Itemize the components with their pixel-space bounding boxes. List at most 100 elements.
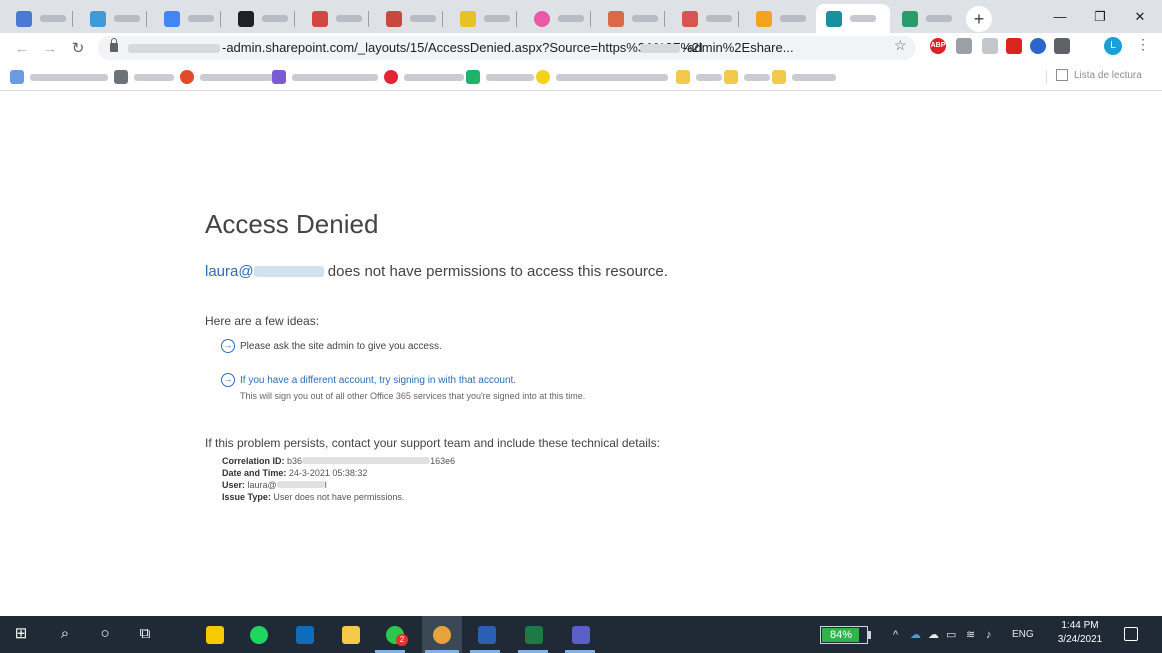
task-view-icon[interactable]: ⧉	[134, 624, 156, 644]
technical-details: Correlation ID: b36 163e6 Date and Time: …	[222, 455, 455, 503]
tab-favicon	[90, 10, 106, 27]
back-arrow-icon[interactable]: ←	[12, 39, 32, 59]
redacted-user	[276, 481, 325, 488]
bookmark-item[interactable]	[10, 70, 108, 84]
idea-switch-account[interactable]: → If you have a different account, try s…	[221, 373, 516, 387]
forward-arrow-icon[interactable]: →	[40, 39, 60, 59]
idea-request-access[interactable]: → Please ask the site admin to give you …	[221, 339, 442, 353]
redacted-tenant	[128, 44, 220, 53]
tab-favicon	[386, 10, 402, 27]
chrome-icon[interactable]	[433, 626, 451, 644]
lock-icon[interactable]	[110, 38, 118, 52]
access-denied-page: Access Denied laura@ does not have permi…	[205, 91, 965, 616]
tab-favicon	[756, 10, 772, 27]
browser-tab[interactable]	[524, 4, 588, 33]
ideas-heading: Here are a few ideas:	[205, 314, 320, 328]
cortana-icon[interactable]: ○	[94, 624, 116, 644]
browser-tab[interactable]	[302, 4, 366, 33]
volume-icon[interactable]: ♪	[986, 626, 992, 644]
permission-text: does not have permissions to access this…	[327, 263, 668, 280]
clock-date: 3/24/2021	[1057, 634, 1103, 645]
reload-icon[interactable]: ↻	[68, 39, 88, 59]
reading-list-icon	[1056, 69, 1068, 81]
bookmark-folder[interactable]	[676, 70, 722, 84]
puzzle-extensions-icon[interactable]	[1054, 38, 1070, 54]
reading-list-button[interactable]: Lista de lectura	[1056, 69, 1142, 81]
tab-favicon	[460, 10, 476, 27]
circle-arrow-right-icon[interactable]: →	[221, 339, 235, 353]
profile-avatar[interactable]: L	[1104, 37, 1122, 55]
wifi-icon[interactable]: ≋	[966, 626, 975, 644]
pdf-extension-icon[interactable]	[1006, 38, 1022, 54]
browser-tab[interactable]	[6, 4, 70, 33]
support-message: If this problem persists, contact your s…	[205, 436, 660, 450]
tab-favicon	[238, 10, 254, 27]
browser-tab[interactable]	[80, 4, 144, 33]
address-bar[interactable]: -admin.sharepoint.com/_layouts/15/Access…	[98, 36, 916, 60]
browser-tab[interactable]	[154, 4, 218, 33]
correlation-id-row: Correlation ID: b36 163e6	[222, 456, 456, 466]
excel-icon[interactable]	[525, 626, 543, 644]
bookmark-item[interactable]	[180, 70, 274, 84]
reading-list-label: Lista de lectura	[1074, 69, 1142, 81]
menu-kebab-icon[interactable]: ⋮	[1136, 36, 1150, 53]
bookmark-item[interactable]	[114, 70, 174, 84]
tab-favicon	[312, 10, 328, 27]
circle-arrow-right-icon[interactable]: →	[221, 373, 235, 387]
extension-icon[interactable]	[1030, 38, 1046, 54]
adblock-extension-icon[interactable]: ABP	[930, 38, 946, 54]
browser-tab[interactable]	[228, 4, 292, 33]
word-icon[interactable]	[478, 626, 496, 644]
battery-percent: 84%	[829, 629, 853, 641]
browser-tab[interactable]	[892, 4, 956, 33]
search-icon[interactable]: ⌕	[54, 624, 76, 644]
battery-tray-icon[interactable]: ▭	[946, 626, 956, 644]
restore-button[interactable]: ❐	[1080, 0, 1120, 33]
browser-tab[interactable]	[746, 4, 810, 33]
language-indicator[interactable]: ENG	[1012, 626, 1034, 644]
show-hidden-icons-chevron-icon[interactable]: ^	[893, 626, 898, 644]
file-explorer-icon[interactable]	[342, 626, 360, 644]
browser-tab[interactable]	[672, 4, 736, 33]
sticky-notes-icon[interactable]	[206, 626, 224, 644]
bookmark-folder[interactable]	[772, 70, 836, 84]
notification-center-icon[interactable]	[1124, 627, 1138, 641]
clock-time: 1:44 PM	[1061, 620, 1099, 631]
url-text-tail: -admin%2Esharе...	[683, 40, 794, 55]
browser-tab[interactable]	[376, 4, 440, 33]
bookmark-star-icon[interactable]: ☆	[894, 37, 907, 54]
extension-icon[interactable]	[956, 38, 972, 54]
redacted-tenant	[640, 44, 680, 53]
bookmark-item[interactable]	[384, 70, 464, 84]
outlook-icon[interactable]	[296, 626, 314, 644]
new-tab-button[interactable]: +	[966, 6, 992, 32]
tab-favicon	[902, 10, 918, 27]
bookmark-item[interactable]	[536, 70, 668, 84]
permission-message: laura@ does not have permissions to acce…	[205, 263, 668, 280]
redacted-domain	[253, 266, 324, 277]
battery-indicator[interactable]: 84%	[820, 626, 868, 644]
sign-in-different-account-link[interactable]: If you have a different account, try sig…	[240, 375, 516, 386]
browser-tab[interactable]	[450, 4, 514, 33]
spotify-icon[interactable]	[250, 626, 268, 644]
browser-tab[interactable]	[598, 4, 662, 33]
issue-type-row: Issue Type: User does not have permissio…	[222, 492, 405, 502]
redacted-correlation	[302, 457, 431, 464]
minimize-button[interactable]: —	[1040, 0, 1080, 33]
system-clock[interactable]: 1:44 PM 3/24/2021	[1054, 619, 1106, 647]
teams-icon[interactable]	[572, 626, 590, 644]
bookmark-item[interactable]	[466, 70, 534, 84]
user-row: User: laura@ l	[222, 480, 327, 490]
onedrive-personal-icon[interactable]: ☁	[928, 626, 939, 644]
windows-start-icon[interactable]: ⊞	[10, 624, 32, 644]
close-window-button[interactable]: ✕	[1120, 0, 1160, 33]
extension-icon[interactable]	[982, 38, 998, 54]
onedrive-icon[interactable]: ☁	[910, 626, 921, 644]
idea-1-text[interactable]: Please ask the site admin to give you ac…	[240, 341, 442, 352]
tab-favicon	[826, 10, 842, 27]
tab-favicon	[164, 10, 180, 27]
bookmark-item[interactable]	[272, 70, 378, 84]
browser-tab-active[interactable]	[816, 4, 890, 33]
bookmarks-bar	[0, 63, 1162, 91]
bookmark-folder[interactable]	[724, 70, 770, 84]
